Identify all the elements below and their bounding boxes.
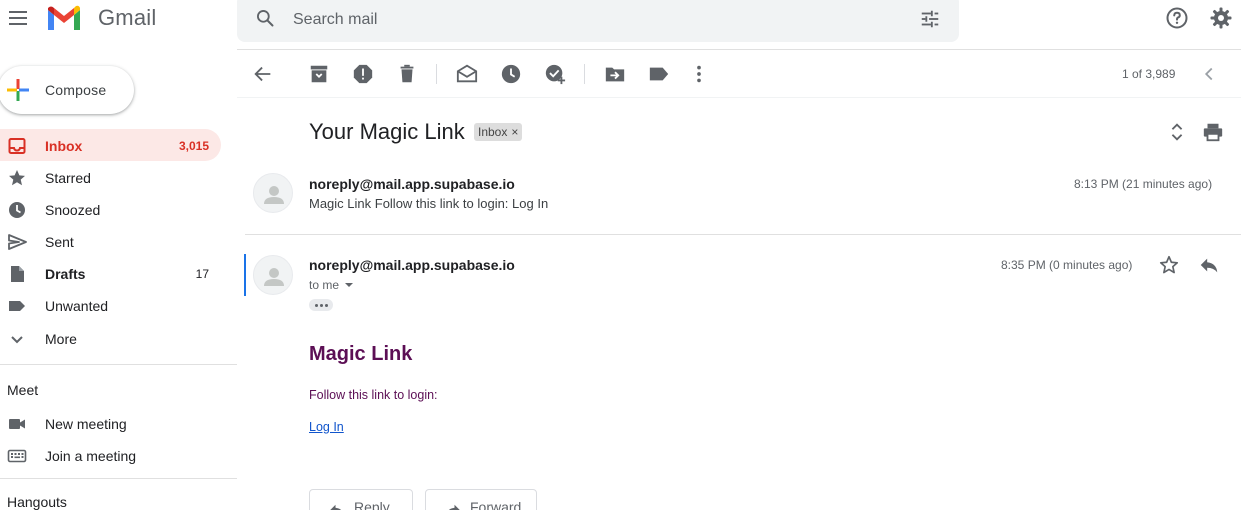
recipient-label: to me <box>309 278 340 292</box>
new-meeting-button[interactable]: New meeting <box>0 407 221 439</box>
sidebar-divider <box>0 478 237 479</box>
gmail-m-icon <box>48 5 80 30</box>
more-vert-icon[interactable] <box>688 63 710 85</box>
toolbar-separator <box>436 64 437 84</box>
chevron-left-icon[interactable] <box>1198 63 1220 85</box>
sidebar-item-snoozed[interactable]: Snoozed <box>0 193 221 225</box>
email-body-heading: Magic Link <box>309 343 413 365</box>
forward-button[interactable]: Forward <box>425 489 537 510</box>
sidebar-item-more[interactable]: More <box>0 322 221 354</box>
reply-icon[interactable] <box>1198 254 1220 276</box>
mark-unread-icon[interactable] <box>456 63 478 85</box>
inbox-icon <box>8 138 26 154</box>
new-meeting-label: New meeting <box>45 416 127 432</box>
compose-label: Compose <box>45 82 107 98</box>
sidebar-item-label: More <box>45 331 77 347</box>
clock-icon <box>9 202 25 218</box>
forward-icon <box>448 504 460 510</box>
pagination-label: 1 of 3,989 <box>1122 67 1176 81</box>
add-to-tasks-icon[interactable] <box>544 63 566 85</box>
hangouts-section-title: Hangouts <box>7 494 67 510</box>
keyboard-icon <box>7 449 27 463</box>
toolbar-divider <box>237 97 1241 98</box>
sidebar-item-label: Snoozed <box>45 202 101 218</box>
labels-icon[interactable] <box>648 63 670 85</box>
sidebar-item-starred[interactable]: Starred <box>0 161 221 193</box>
draft-file-icon <box>11 266 24 282</box>
login-link[interactable]: Log In <box>309 420 344 434</box>
search-options-icon[interactable] <box>919 8 941 30</box>
join-meeting-button[interactable]: Join a meeting <box>0 439 221 471</box>
sidebar-item-label: Starred <box>45 170 91 186</box>
join-meeting-label: Join a meeting <box>45 448 137 464</box>
caret-down-icon <box>345 283 354 287</box>
snooze-clock-icon[interactable] <box>500 63 522 85</box>
report-spam-icon[interactable] <box>352 63 374 85</box>
delete-trash-icon[interactable] <box>396 63 418 85</box>
sidebar-item-sent[interactable]: Sent <box>0 225 221 257</box>
star-icon <box>9 170 25 186</box>
back-arrow-icon[interactable] <box>252 63 274 85</box>
search-bar[interactable]: Search mail <box>237 0 959 42</box>
focus-indicator <box>244 254 246 296</box>
archive-icon[interactable] <box>308 63 330 85</box>
inbox-label-chip[interactable]: Inbox × <box>474 123 523 141</box>
send-icon <box>8 234 27 250</box>
search-icon[interactable] <box>255 8 275 28</box>
sidebar-item-unwanted[interactable]: Unwanted <box>0 289 221 321</box>
gmail-logo[interactable]: Gmail <box>46 4 156 32</box>
message-divider <box>245 234 1241 235</box>
sidebar-item-label: Inbox <box>45 138 83 154</box>
search-input[interactable]: Search mail <box>293 11 377 29</box>
sender-name[interactable]: noreply@mail.app.supabase.io <box>309 176 515 192</box>
main-menu-button[interactable] <box>4 4 32 32</box>
sidebar-item-label: Drafts <box>45 266 86 282</box>
settings-gear-icon[interactable] <box>1209 6 1233 30</box>
message-snippet[interactable]: Magic Link Follow this link to login: Lo… <box>309 196 548 211</box>
chevron-down-icon <box>11 336 23 344</box>
expand-all-icon[interactable] <box>1166 121 1188 143</box>
sidebar-item-label: Sent <box>45 234 74 250</box>
thread-subject: Your Magic Link <box>309 119 465 144</box>
meet-section-title: Meet <box>7 382 39 398</box>
unread-count: 3,015 <box>178 139 209 153</box>
sender-avatar[interactable] <box>253 255 293 295</box>
toolbar-separator <box>584 64 585 84</box>
sender-avatar[interactable] <box>253 173 293 213</box>
star-outline-icon[interactable] <box>1158 254 1180 276</box>
reply-icon <box>330 504 342 510</box>
forward-label: Forward <box>470 499 522 510</box>
sidebar-item-inbox[interactable]: Inbox 3,015 <box>0 129 221 161</box>
sidebar-divider <box>0 364 237 365</box>
help-icon[interactable] <box>1165 6 1189 30</box>
reply-label: Reply <box>354 499 390 510</box>
compose-plus-icon <box>7 79 29 101</box>
email-body-text: Follow this link to login: <box>309 388 438 402</box>
compose-button[interactable]: Compose <box>0 66 134 114</box>
person-icon <box>264 186 284 204</box>
videocam-icon <box>9 419 25 429</box>
label-tag-icon <box>9 301 25 311</box>
message-timestamp: 8:35 PM (0 minutes ago) <box>1001 258 1133 272</box>
message-timestamp: 8:13 PM (21 minutes ago) <box>1074 177 1213 191</box>
person-icon <box>264 268 284 286</box>
drafts-count: 17 <box>195 267 209 281</box>
print-icon[interactable] <box>1202 121 1224 143</box>
show-trimmed-content-button[interactable] <box>309 299 333 311</box>
label-chip-text: Inbox <box>478 125 508 139</box>
sender-name[interactable]: noreply@mail.app.supabase.io <box>309 257 515 273</box>
header-divider <box>237 49 1241 50</box>
recipient-details-toggle[interactable]: to me <box>309 278 354 292</box>
app-name: Gmail <box>98 5 157 30</box>
move-to-icon[interactable] <box>604 63 626 85</box>
sidebar-item-drafts[interactable]: Drafts 17 <box>0 257 221 289</box>
remove-label-icon[interactable]: × <box>511 125 518 139</box>
sidebar-item-label: Unwanted <box>45 298 109 314</box>
reply-button[interactable]: Reply <box>309 489 413 510</box>
